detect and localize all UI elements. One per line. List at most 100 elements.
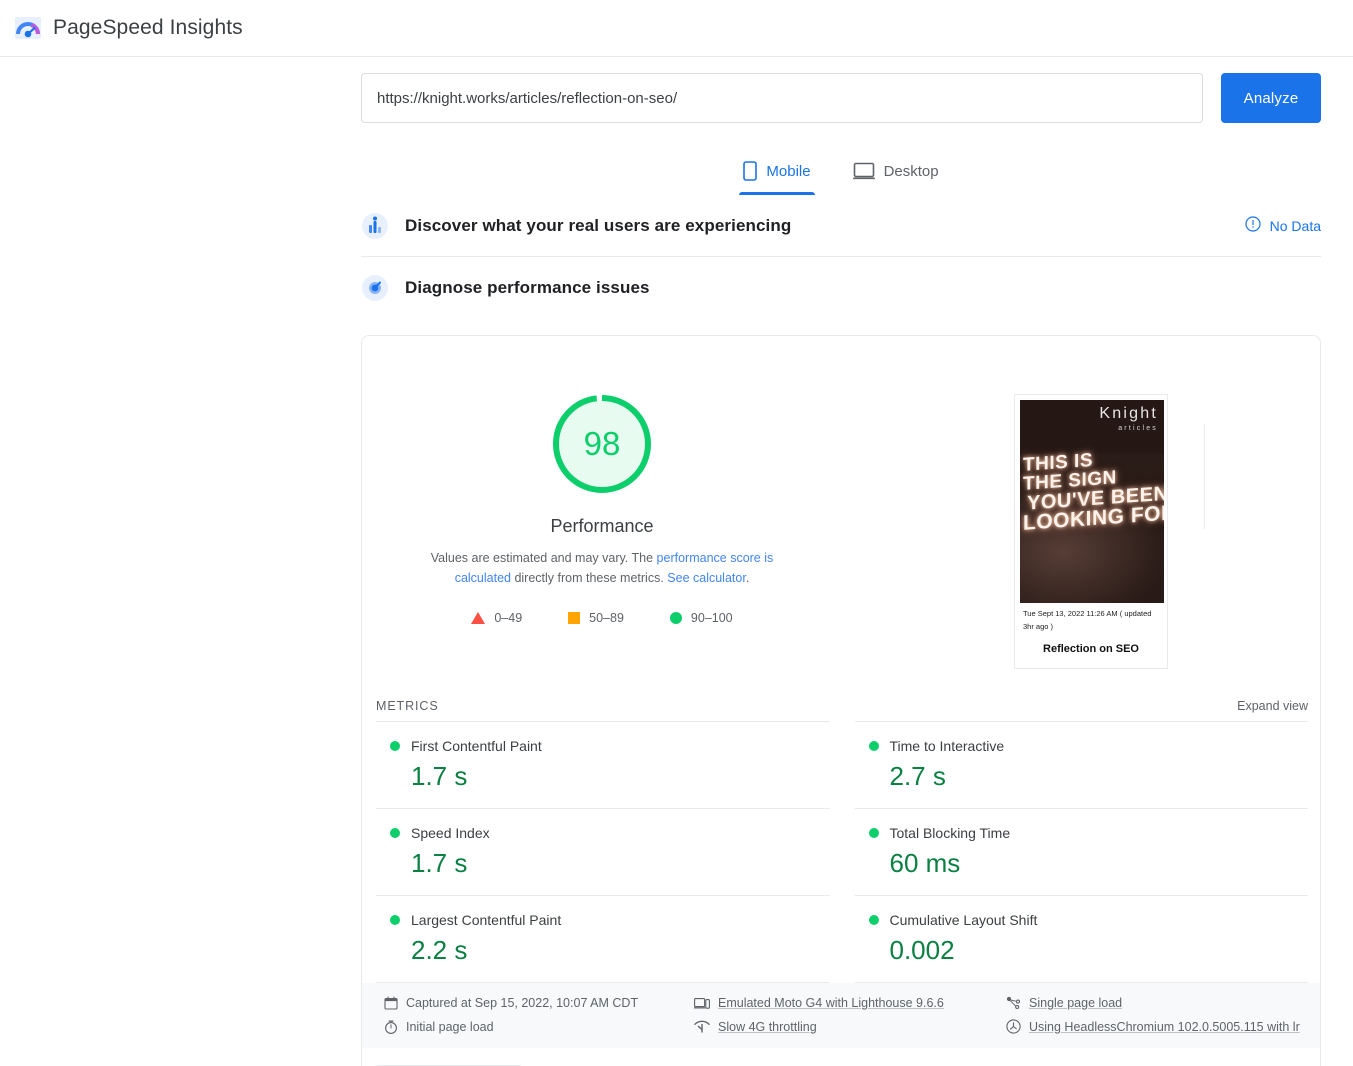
footer-emulated-device[interactable]: Emulated Moto G4 with Lighthouse 9.6.6 [694, 996, 1006, 1010]
treemap-row: View Treemap [362, 1048, 1320, 1066]
analyze-button[interactable]: Analyze [1221, 73, 1321, 123]
metric-label: Total Blocking Time [889, 825, 1011, 841]
form-factor-tabs: Mobile Desktop [361, 155, 1321, 195]
screenshot-brand-name: Knight [1099, 405, 1158, 422]
status-dot-good [868, 741, 879, 751]
footer-single-page-load[interactable]: Single page load [1006, 996, 1306, 1010]
screenshot-brand-sub: articles [1118, 425, 1158, 432]
performance-category-label: Performance [550, 516, 654, 536]
lab-data-section-header: Diagnose performance issues [361, 257, 1321, 319]
desktop-icon [852, 162, 875, 180]
metric-label: Speed Index [411, 825, 490, 841]
metrics-label: METRICS [376, 699, 439, 713]
tab-desktop[interactable]: Desktop [849, 155, 943, 195]
footer-captured-at: Captured at Sep 15, 2022, 10:07 AM CDT [384, 996, 694, 1010]
lighthouse-report-card: 98 Performance Values are estimated and … [361, 335, 1321, 1066]
footer-user-agent[interactable]: Using HeadlessChromium 102.0.5005.115 wi… [1006, 1019, 1306, 1034]
device-icon [694, 997, 710, 1010]
screenshot-neon-text: THIS IS THE SIGN YOU'VE BEEN LOOKING FOR [1023, 447, 1164, 535]
expand-view-toggle[interactable]: Expand view [1237, 699, 1308, 713]
network-nodes-icon [1006, 996, 1021, 1010]
metric-value: 0.002 [889, 935, 955, 965]
performance-score: 98 [583, 425, 621, 462]
performance-gauge: 98 [550, 392, 654, 496]
metric-largest-contentful-paint[interactable]: Largest Contentful Paint 2.2 s [376, 895, 830, 983]
url-input[interactable] [361, 73, 1203, 123]
metric-value: 1.7 s [411, 848, 468, 878]
metric-speed-index[interactable]: Speed Index 1.7 s [376, 808, 830, 895]
metric-label: Cumulative Layout Shift [889, 912, 1038, 928]
footer-text[interactable]: Emulated Moto G4 with Lighthouse 9.6.6 [718, 996, 944, 1010]
score-explanation: Values are estimated and may vary. The p… [404, 548, 800, 588]
tab-mobile[interactable]: Mobile [739, 155, 815, 195]
page-body: Analyze Mobile Desktop [0, 57, 1353, 1066]
legend-item-poor: 0–49 [471, 611, 522, 625]
status-badge: No Data [1269, 217, 1321, 234]
metric-value: 1.7 s [411, 761, 468, 791]
legend-label-poor: 0–49 [494, 611, 523, 625]
tab-desktop-label: Desktop [883, 162, 939, 180]
metric-value: 2.7 s [889, 761, 946, 791]
chromium-icon [1006, 1019, 1021, 1034]
tab-mobile-label: Mobile [766, 162, 811, 180]
square-icon [568, 612, 581, 624]
analyze-form: Analyze [361, 73, 1321, 123]
metric-first-contentful-paint[interactable]: First Contentful Paint 1.7 s [376, 721, 830, 808]
info-icon [1245, 216, 1261, 235]
metric-time-to-interactive[interactable]: Time to Interactive 2.7 s [854, 721, 1308, 808]
metric-cumulative-layout-shift[interactable]: Cumulative Layout Shift 0.002 [854, 895, 1308, 983]
circle-icon [669, 612, 682, 624]
legend-label-good: 90–100 [690, 611, 733, 625]
footer-text: Captured at Sep 15, 2022, 10:07 AM CDT [406, 996, 639, 1010]
environment-footer: Captured at Sep 15, 2022, 10:07 AM CDT E… [362, 983, 1320, 1048]
see-calculator-link[interactable]: See calculator [667, 571, 746, 585]
field-data-section-header: Discover what your real users are experi… [361, 195, 1321, 257]
mobile-icon [743, 161, 758, 181]
app-header: PageSpeed Insights [0, 0, 1353, 57]
legend-item-average: 50–89 [568, 611, 624, 625]
screenshot-brand: Knight articles [1099, 405, 1158, 432]
metric-label: First Contentful Paint [411, 738, 542, 754]
lighthouse-icon [361, 274, 389, 302]
status-dot-good [390, 828, 400, 838]
metrics-grid: First Contentful Paint 1.7 s Time to Int… [362, 721, 1320, 983]
page-screenshot: Knight articles THIS IS THE SIGN YOU'VE … [1020, 400, 1164, 603]
screenshot-meta: Tue Sept 13, 2022 11:26 AM ( updated 3hr… [1023, 609, 1152, 631]
final-screenshot-card: Knight articles THIS IS THE SIGN YOU'VE … [1014, 394, 1168, 669]
footer-text[interactable]: Using HeadlessChromium 102.0.5005.115 wi… [1029, 1020, 1300, 1034]
lab-data-title: Diagnose performance issues [405, 278, 650, 297]
metric-value: 60 ms [889, 848, 961, 878]
legend-item-good: 90–100 [669, 611, 733, 625]
status-dot-good [868, 828, 879, 838]
field-data-title: Discover what your real users are experi… [405, 215, 792, 235]
metric-value: 2.2 s [411, 935, 468, 965]
status-dot-good [868, 915, 879, 925]
metric-total-blocking-time[interactable]: Total Blocking Time 60 ms [854, 808, 1308, 895]
score-legend: 0–49 50–89 90–100 [471, 611, 733, 625]
metrics-header: METRICS Expand view [362, 691, 1320, 721]
footer-text: Initial page load [406, 1019, 494, 1034]
field-data-status[interactable]: No Data [1245, 216, 1321, 235]
status-dot-good [390, 741, 400, 751]
performance-gauge-column: 98 Performance Values are estimated and … [362, 392, 842, 669]
status-dot-good [390, 915, 400, 925]
screenshot-heading: Reflection on SEO [1043, 643, 1139, 655]
vertical-divider [1204, 424, 1205, 529]
field-data-icon [361, 212, 389, 240]
content-column: Analyze Mobile Desktop [361, 73, 1321, 1066]
score-area: 98 Performance Values are estimated and … [362, 336, 1320, 669]
score-note-middle: directly from these metrics. [510, 571, 668, 585]
footer-text[interactable]: Slow 4G throttling [718, 1020, 817, 1034]
footer-text[interactable]: Single page load [1029, 996, 1122, 1010]
stopwatch-icon [384, 1020, 398, 1034]
app-title: PageSpeed Insights [53, 16, 243, 39]
metric-label: Time to Interactive [889, 738, 1005, 754]
score-note-prefix: Values are estimated and may vary. The [430, 551, 657, 565]
score-note-suffix: . [745, 571, 750, 585]
triangle-icon [471, 612, 486, 624]
final-screenshot-column: Knight articles THIS IS THE SIGN YOU'VE … [842, 392, 1320, 669]
footer-initial-page-load: Initial page load [384, 1019, 694, 1034]
footer-throttling[interactable]: Slow 4G throttling [694, 1019, 1006, 1034]
legend-label-average: 50–89 [589, 611, 624, 625]
metric-label: Largest Contentful Paint [411, 912, 562, 928]
